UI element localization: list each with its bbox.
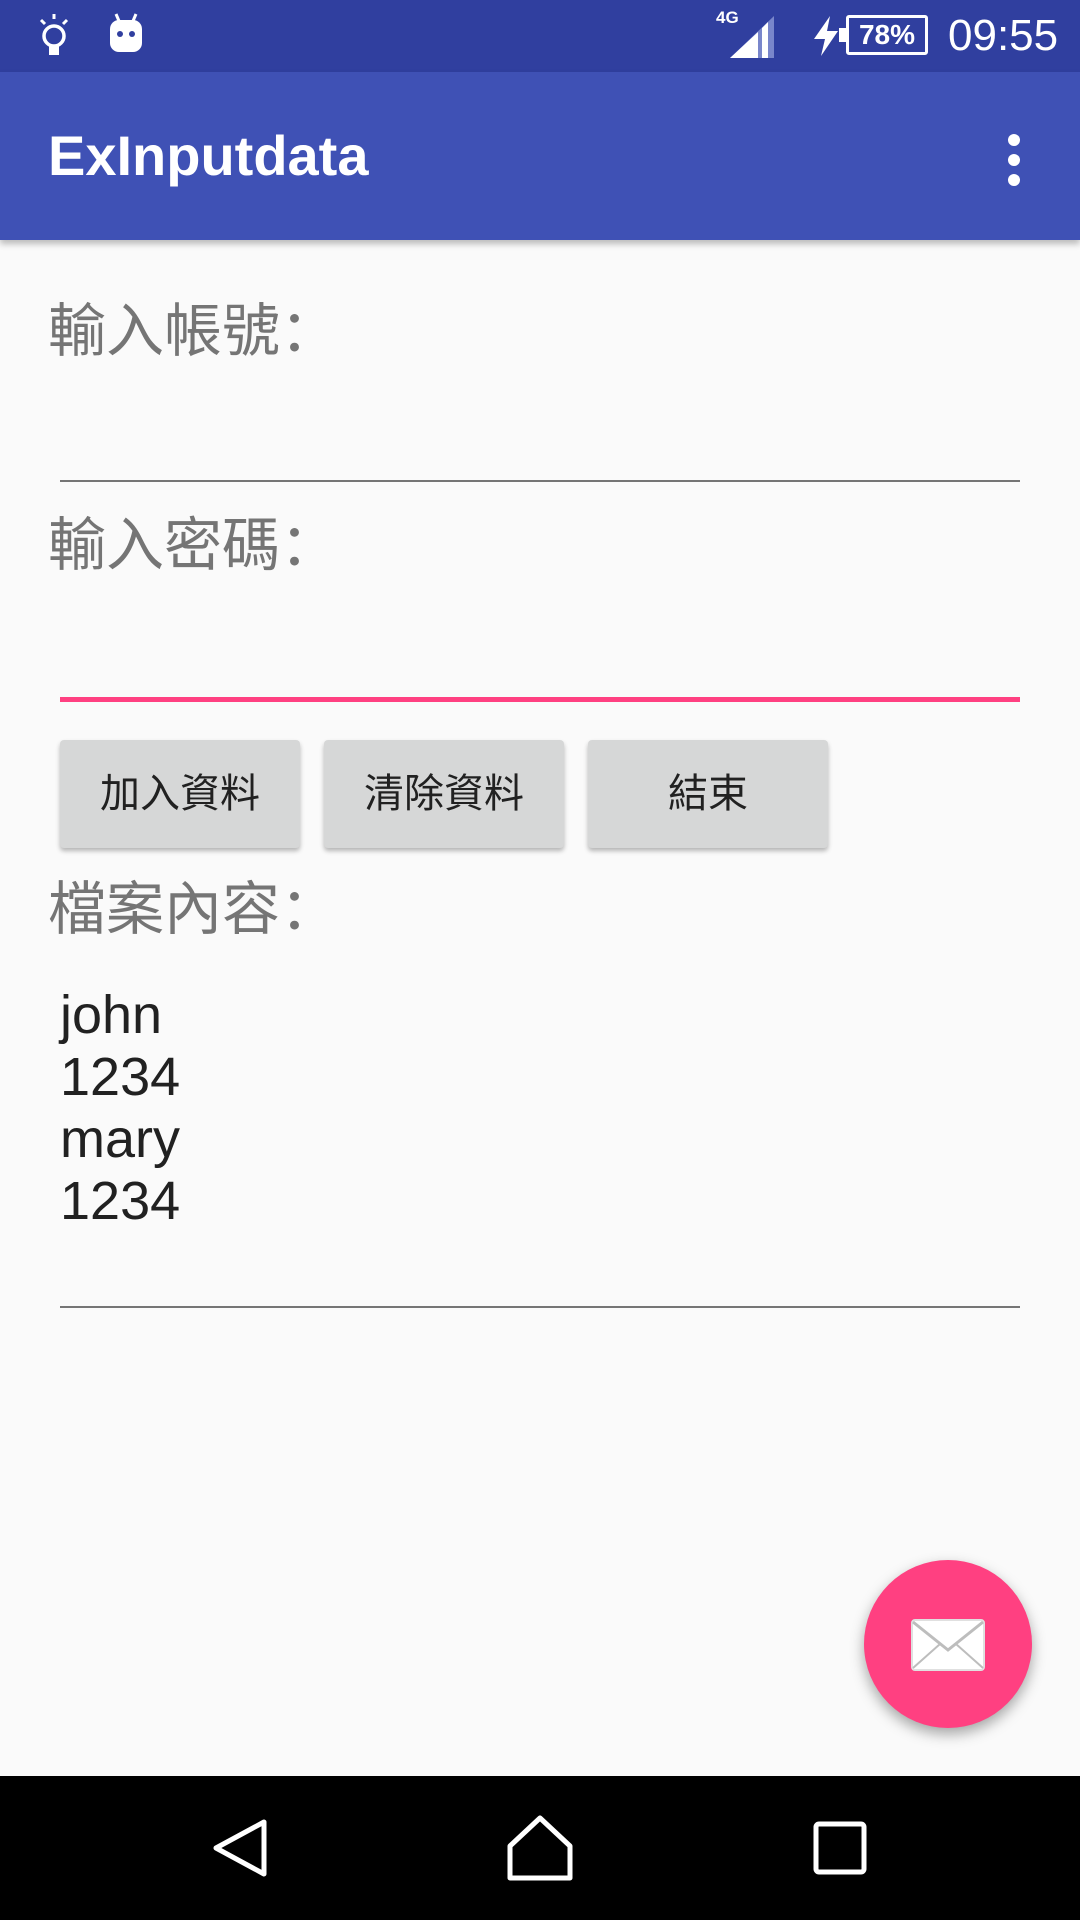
signal-icon xyxy=(730,16,774,58)
back-icon[interactable] xyxy=(200,1808,280,1888)
file-line: 1234 xyxy=(60,1047,181,1107)
more-vert-icon[interactable] xyxy=(990,128,1038,192)
clock: 09:55 xyxy=(948,11,1059,60)
battery-indicator: 78% xyxy=(839,15,928,55)
file-content-underline xyxy=(60,1306,1020,1308)
app-title: ExInputdata xyxy=(48,124,369,187)
status-bar: 4G 78% 09:55 xyxy=(0,0,1080,72)
password-underline xyxy=(60,697,1020,702)
account-input[interactable] xyxy=(60,384,1020,482)
account-underline xyxy=(60,480,1020,482)
file-content-label: 檔案內容： xyxy=(48,875,339,943)
app-bar: ExInputdata xyxy=(0,72,1080,240)
file-content-text: john 1234 mary 1234 xyxy=(60,984,180,1232)
mail-icon xyxy=(911,1619,985,1671)
file-line: mary xyxy=(60,1109,180,1169)
clear-data-button[interactable]: 清除資料 xyxy=(324,740,564,848)
password-field-wrapper xyxy=(60,600,1020,702)
home-icon[interactable] xyxy=(500,1808,580,1888)
exit-button[interactable]: 結束 xyxy=(588,740,828,848)
add-data-button[interactable]: 加入資料 xyxy=(60,740,300,848)
charging-icon xyxy=(814,16,838,56)
lightbulb-icon xyxy=(39,14,69,55)
android-debug-icon xyxy=(110,13,142,52)
account-field-wrapper xyxy=(60,384,1020,482)
file-line: john xyxy=(60,985,163,1045)
password-input[interactable] xyxy=(60,600,1020,702)
mail-fab-button[interactable] xyxy=(864,1560,1032,1728)
file-line: 1234 xyxy=(60,1171,181,1231)
recents-icon[interactable] xyxy=(800,1808,880,1888)
password-label: 輸入密碼： xyxy=(48,511,339,579)
account-label: 輸入帳號： xyxy=(48,297,339,365)
navigation-bar xyxy=(0,1776,1080,1920)
